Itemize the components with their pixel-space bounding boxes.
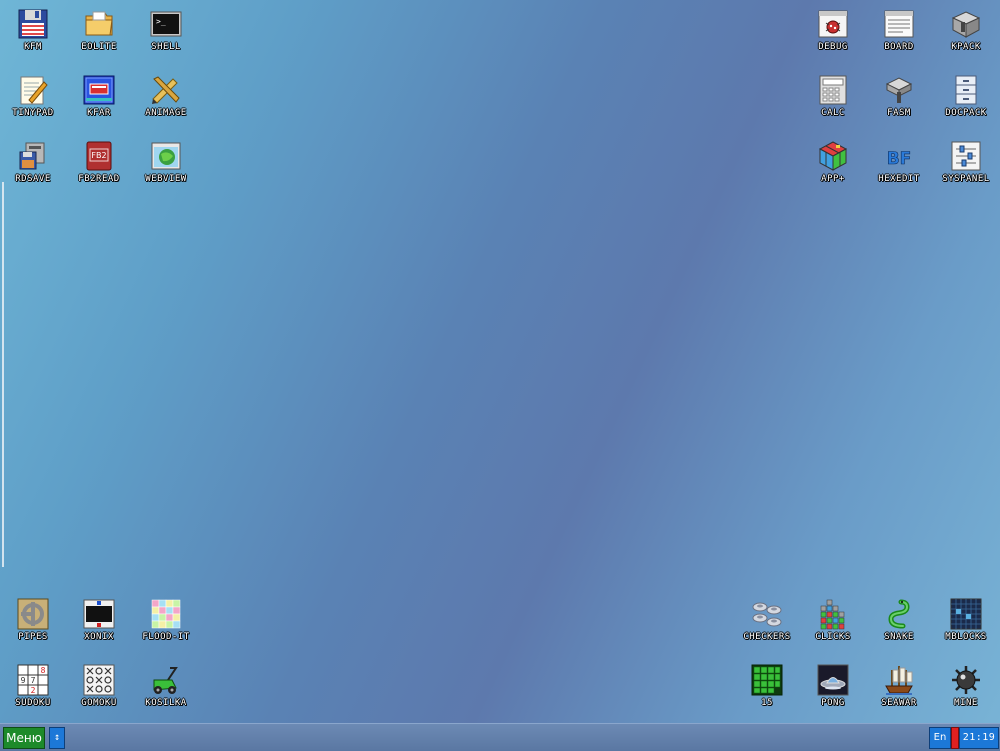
desktop-icon-webview[interactable]: WEBVIEW (133, 132, 199, 198)
icon-label: SHELL (151, 42, 181, 52)
pong-ufo-icon (817, 664, 849, 696)
bug-window-icon (817, 8, 849, 40)
file-manager-icon (83, 74, 115, 106)
blocks-grid-icon (950, 598, 982, 630)
pipes-icon (17, 598, 49, 630)
window-switch-button[interactable]: ↕ (49, 727, 65, 749)
icon-label: DOCPACK (945, 108, 987, 118)
desktop-icon-clicks[interactable]: CLICKS (800, 590, 866, 656)
desktop-icon-gomoku[interactable]: GOMOKU (66, 656, 132, 722)
sliders-panel-icon (950, 140, 982, 172)
fb2-icon-text: FB2 (91, 151, 106, 160)
sailing-ship-icon (883, 664, 915, 696)
icon-label: KPACK (951, 42, 981, 52)
cube-icon (817, 140, 849, 172)
desktop-icon-pong[interactable]: PONG (800, 656, 866, 722)
lawnmower-icon (150, 664, 182, 696)
desktop-icon-15[interactable]: 15 (734, 656, 800, 722)
desktop-icon-calc[interactable]: CALC (800, 66, 866, 132)
desktop-icon-kfar[interactable]: KFAR (66, 66, 132, 132)
snake-icon (883, 598, 915, 630)
desktop-icon-seawar[interactable]: SEAWAR (866, 656, 932, 722)
taskbar: Меню ↕ En 21:19 (0, 723, 1000, 751)
icon-label: KOSILKA (145, 698, 187, 708)
sudoku-digit: 7 (31, 676, 36, 685)
gomoku-board-icon (83, 664, 115, 696)
sudoku-grid-icon: 8 972 (17, 664, 49, 696)
desktop-icon-kfm[interactable]: KFM (0, 0, 66, 66)
terminal-icon: >_ (150, 8, 182, 40)
desktop-icon-debug[interactable]: DEBUG (800, 0, 866, 66)
icon-label: MBLOCKS (945, 632, 987, 642)
clock[interactable]: 21:19 (959, 727, 999, 749)
desktop-icon-kpack[interactable]: KPACK (933, 0, 999, 66)
text-window-icon (883, 8, 915, 40)
icon-label: MINE (954, 698, 978, 708)
desktop-icon-board[interactable]: BOARD (866, 0, 932, 66)
desktop-icon-sudoku[interactable]: 8972 SUDOKU (0, 656, 66, 722)
desktop-icon-hexedit[interactable]: BF HEXEDIT (866, 132, 932, 198)
hammer-icon (883, 74, 915, 106)
notepad-icon (17, 74, 49, 106)
icon-label: WEBVIEW (145, 174, 187, 184)
desktop-icon-syspanel[interactable]: SYSPANEL (933, 132, 999, 198)
browser-globe-icon (150, 140, 182, 172)
disk-save-icon (17, 140, 49, 172)
floppy-disk-icon (17, 8, 49, 40)
icon-label: ANIMAGE (145, 108, 187, 118)
sudoku-digit: 2 (31, 686, 36, 695)
desktop-icon-kosilka[interactable]: KOSILKA (133, 656, 199, 722)
desktop-icon-shell[interactable]: >_ SHELL (133, 0, 199, 66)
up-down-arrow-icon: ↕ (53, 732, 61, 743)
calculator-icon (817, 74, 849, 106)
hex-editor-icon: BF (883, 140, 915, 172)
icon-label: SYSPANEL (942, 174, 990, 184)
desktop-icon-checkers[interactable]: CHECKERS (734, 590, 800, 656)
shell-prompt-text: >_ (156, 17, 166, 26)
xonix-icon (83, 598, 115, 630)
sudoku-digit: 8 (41, 666, 46, 675)
desktop-icon-fb2read[interactable]: FB2 FB2READ (66, 132, 132, 198)
status-indicator (951, 727, 959, 749)
cabinet-icon (950, 74, 982, 106)
checkers-pieces-icon (751, 598, 783, 630)
desktop-icon-mine[interactable]: MINE (933, 656, 999, 722)
desktop-icon-app-plus[interactable]: APP+ (800, 132, 866, 198)
hexedit-icon-text: BF (887, 149, 912, 169)
keyboard-layout-indicator[interactable]: En (929, 727, 951, 749)
mine-icon (950, 664, 982, 696)
desktop-icon-flood-it[interactable]: FLOOD-IT (133, 590, 199, 656)
folder-icon (83, 8, 115, 40)
sudoku-digit: 9 (21, 676, 26, 685)
desktop-icon-xonix[interactable]: XONIX (66, 590, 132, 656)
desktop-icon-pipes[interactable]: PIPES (0, 590, 66, 656)
package-icon (950, 8, 982, 40)
fifteen-puzzle-icon (751, 664, 783, 696)
desktop-icon-eolite[interactable]: EOLITE (66, 0, 132, 66)
desktop-icon-fasm[interactable]: FASM (866, 66, 932, 132)
desktop-icon-rdsave[interactable]: RDSAVE (0, 132, 66, 198)
pencil-ruler-icon (150, 74, 182, 106)
book-icon: FB2 (83, 140, 115, 172)
desktop-icon-mblocks[interactable]: MBLOCKS (933, 590, 999, 656)
desktop: KFM EOLITE >_ SHELL TINYPAD KFAR ANIMAGE (0, 0, 1000, 723)
window-edge-line (2, 182, 4, 567)
desktop-icon-docpack[interactable]: DOCPACK (933, 66, 999, 132)
desktop-icon-tinypad[interactable]: TINYPAD (0, 66, 66, 132)
color-grid-icon (150, 598, 182, 630)
colored-blocks-icon (817, 598, 849, 630)
desktop-icon-animage[interactable]: ANIMAGE (133, 66, 199, 132)
desktop-icon-snake[interactable]: SNAKE (866, 590, 932, 656)
icon-label: FLOOD-IT (142, 632, 190, 642)
start-menu-button[interactable]: Меню (3, 727, 45, 749)
